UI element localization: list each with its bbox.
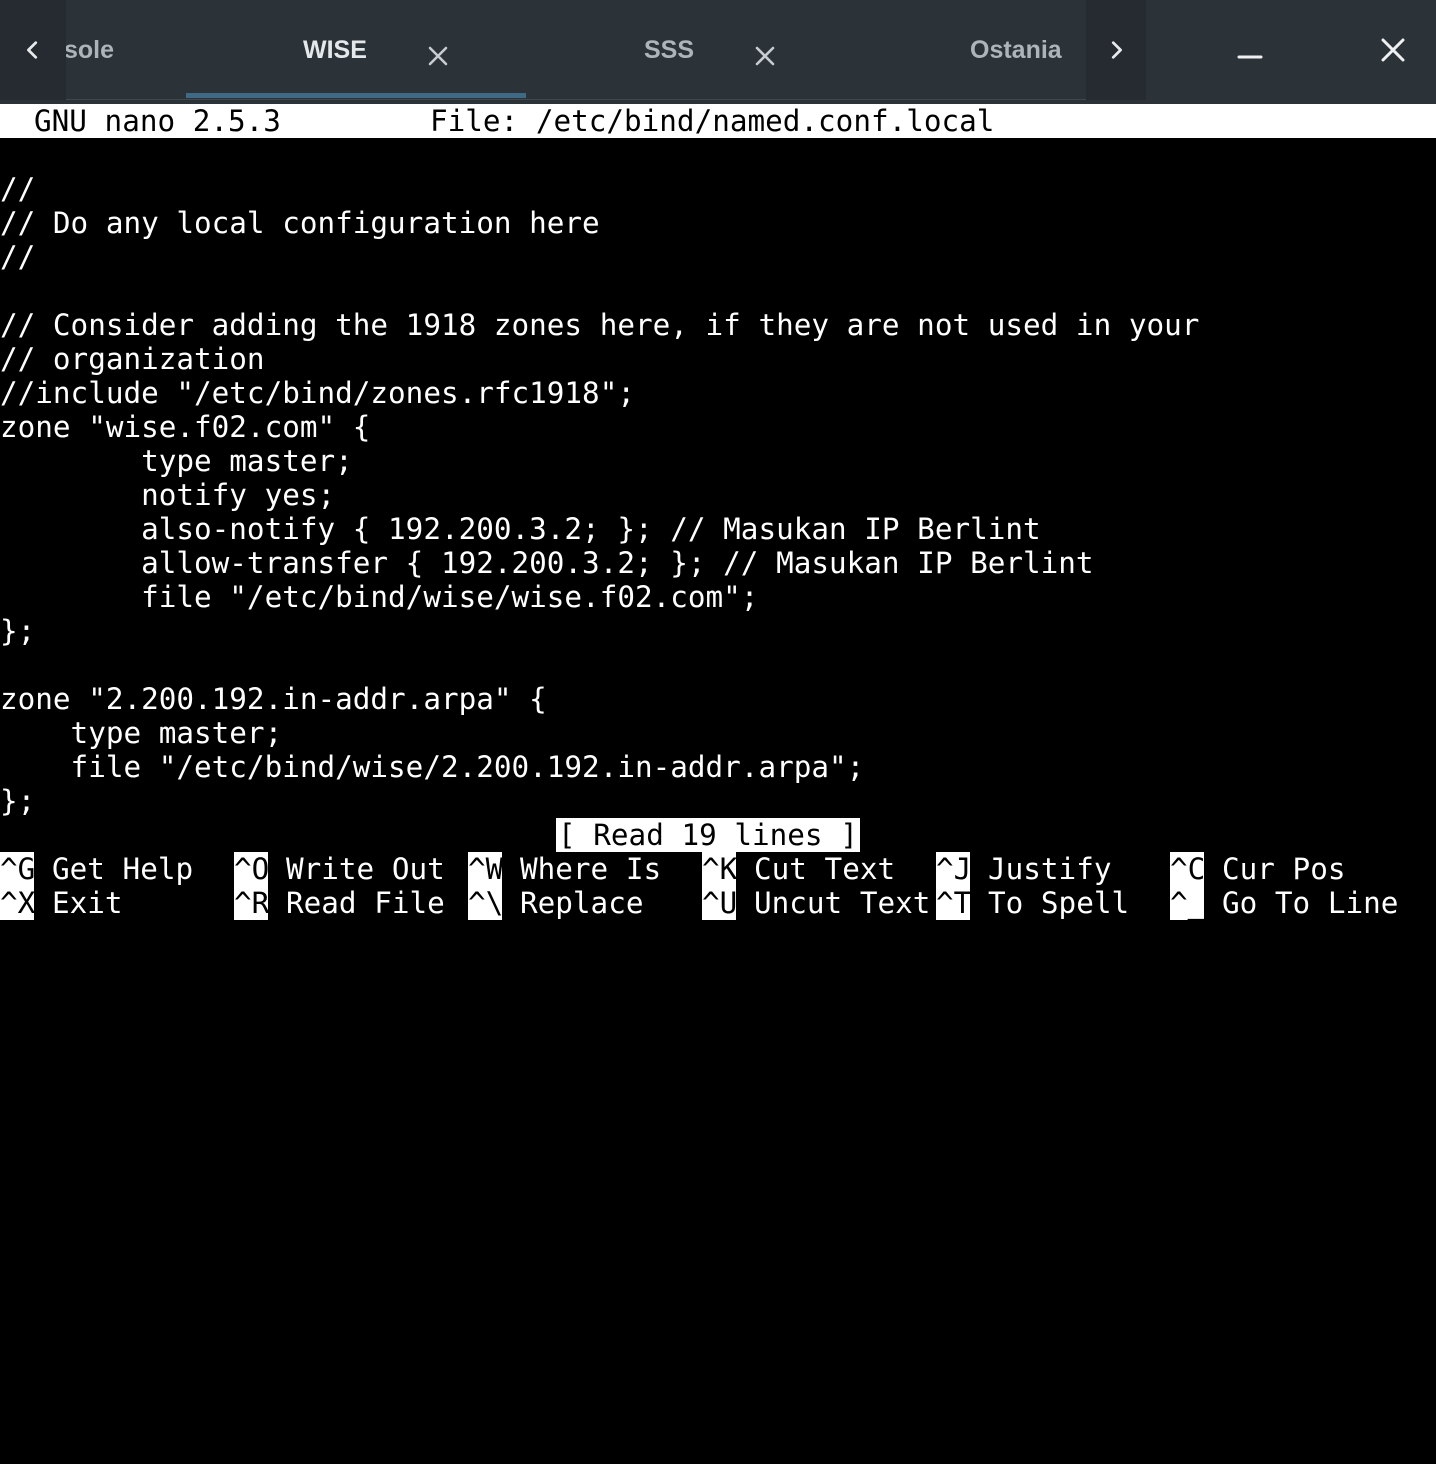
tabs-scroll-left-button[interactable] [0, 0, 66, 100]
shortcut-label: To Spell [988, 886, 1130, 920]
editor-line[interactable]: type master; [0, 444, 1436, 478]
shortcut-key: ^C [1170, 852, 1206, 886]
shortcut-write-out[interactable]: ^O Write Out [234, 852, 445, 886]
close-window-button[interactable] [1371, 28, 1415, 72]
editor-line[interactable]: // organization [0, 342, 1436, 376]
editor-line[interactable]: }; [0, 784, 1436, 818]
shortcut-label: Exit [52, 886, 123, 920]
tab-sss-close-icon[interactable] [750, 38, 780, 74]
shortcut-key: ^R [234, 886, 270, 920]
active-tab-indicator [186, 93, 526, 98]
editor-line[interactable]: allow-transfer { 192.200.3.2; }; // Masu… [0, 546, 1436, 580]
shortcut-key: ^J [936, 852, 972, 886]
editor-line[interactable]: zone "wise.f02.com" { [0, 410, 1436, 444]
editor-line[interactable]: // Consider adding the 1918 zones here, … [0, 308, 1436, 342]
editor-line[interactable]: type master; [0, 716, 1436, 750]
shortcut-replace[interactable]: ^\ Replace [468, 886, 643, 920]
shortcut-label: Cur Pos [1222, 852, 1346, 886]
shortcut-key: ^X [0, 886, 36, 920]
tab-console[interactable]: sole [64, 30, 114, 70]
shortcut-key: ^_ [1170, 886, 1206, 920]
terminal[interactable]: GNU nano 2.5.3 File: /etc/bind/named.con… [0, 104, 1436, 958]
tab-wise-close-icon[interactable] [423, 38, 453, 74]
shortcut-to-spell[interactable]: ^T To Spell [936, 886, 1129, 920]
editor-line[interactable]: // [0, 172, 1436, 206]
close-icon [1381, 38, 1405, 62]
shortcut-key: ^O [234, 852, 270, 886]
nano-file-name: File: /etc/bind/named.conf.local [430, 104, 995, 138]
editor-line[interactable]: zone "2.200.192.in-addr.arpa" { [0, 682, 1436, 716]
tab-bar: sole WISE SSS Ostania [0, 0, 1436, 104]
editor-line[interactable]: notify yes; [0, 478, 1436, 512]
status-message: [ Read 19 lines ] [556, 818, 860, 852]
editor-line[interactable]: file "/etc/bind/wise/2.200.192.in-addr.a… [0, 750, 1436, 784]
shortcut-key: ^G [0, 852, 36, 886]
shortcut-label: Where Is [520, 852, 662, 886]
shortcut-uncut-text[interactable]: ^U Uncut Text [702, 886, 930, 920]
shortcut-key: ^\ [468, 886, 504, 920]
shortcut-go-to-line[interactable]: ^_ Go To Line [1170, 886, 1398, 920]
tab-sss[interactable]: SSS [644, 30, 694, 70]
shortcut-key: ^T [936, 886, 972, 920]
shortcut-key: ^U [702, 886, 738, 920]
chevron-left-icon [27, 41, 38, 59]
editor-line[interactable]: file "/etc/bind/wise/wise.f02.com"; [0, 580, 1436, 614]
minimize-button[interactable] [1228, 28, 1272, 72]
chevron-right-icon [1111, 41, 1122, 59]
editor-line[interactable]: //include "/etc/bind/zones.rfc1918"; [0, 376, 1436, 410]
shortcut-justify[interactable]: ^J Justify [936, 852, 1111, 886]
tab-wise[interactable]: WISE [303, 30, 367, 70]
shortcut-label: Justify [988, 852, 1112, 886]
shortcut-label: Go To Line [1222, 886, 1399, 920]
shortcut-cut-text[interactable]: ^K Cut Text [702, 852, 895, 886]
editor-line[interactable]: also-notify { 192.200.3.2; }; // Masukan… [0, 512, 1436, 546]
shortcut-label: Uncut Text [754, 886, 931, 920]
nano-version: GNU nano 2.5.3 [34, 104, 281, 138]
editor-line[interactable]: }; [0, 614, 1436, 648]
shortcut-label: Replace [520, 886, 644, 920]
shortcut-exit[interactable]: ^X Exit [0, 886, 123, 920]
shortcut-cur-pos[interactable]: ^C Cur Pos [1170, 852, 1345, 886]
shortcut-label: Read File [286, 886, 445, 920]
shortcut-key: ^W [468, 852, 504, 886]
shortcut-key: ^K [702, 852, 738, 886]
shortcut-where-is[interactable]: ^W Where Is [468, 852, 661, 886]
tabs-scroll-right-button[interactable] [1086, 0, 1146, 100]
shortcut-label: Get Help [52, 852, 194, 886]
editor-line[interactable]: // [0, 240, 1436, 274]
minimize-icon [1237, 55, 1263, 59]
shortcut-read-file[interactable]: ^R Read File [234, 886, 445, 920]
nano-title-bar: GNU nano 2.5.3 File: /etc/bind/named.con… [0, 104, 1436, 138]
tab-ostania[interactable]: Ostania [970, 30, 1062, 70]
shortcut-label: Cut Text [754, 852, 896, 886]
editor-line[interactable] [0, 648, 1436, 682]
shortcut-label: Write Out [286, 852, 445, 886]
editor-line[interactable] [0, 274, 1436, 308]
shortcut-get-help[interactable]: ^G Get Help [0, 852, 193, 886]
editor-line[interactable]: // Do any local configuration here [0, 206, 1436, 240]
